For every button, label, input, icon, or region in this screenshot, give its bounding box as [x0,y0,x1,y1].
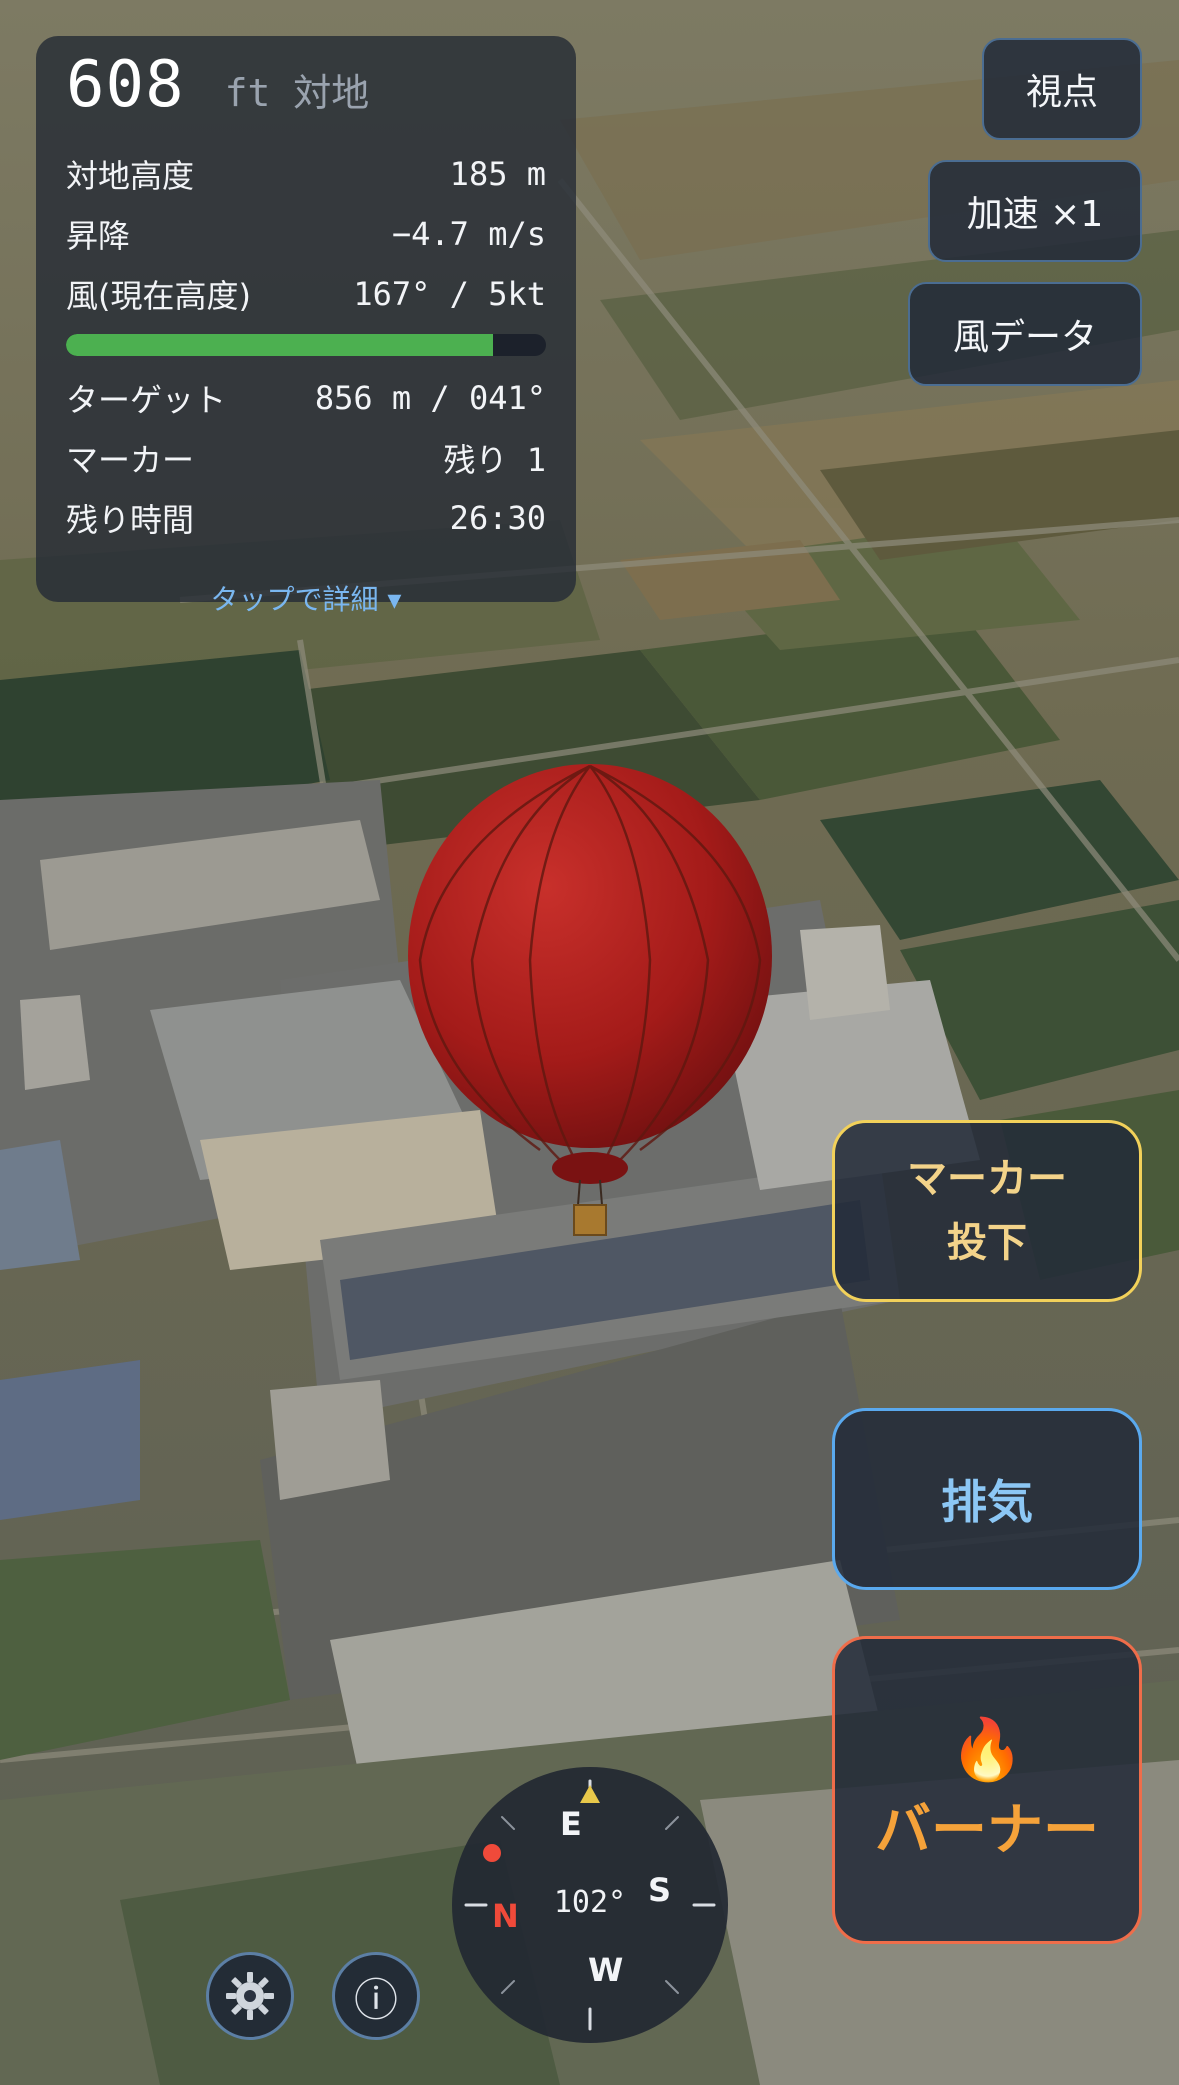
compass: E N S W 102° [452,1767,728,2043]
info-label: 昇降 [66,217,131,255]
flight-info-panel[interactable]: 608 ft 対地 対地高度 185 m 昇降 −4.7 m/s 風(現在高度)… [36,36,576,616]
burner-label: バーナー [875,1797,1099,1863]
flame-icon: 🔥 [949,1714,1025,1785]
compass-west: W [588,1951,624,1989]
info-row-time-left: 残り時間 26:30 [66,488,546,548]
altitude-unit: ft 対地 [224,71,370,115]
viewpoint-button[interactable]: 視点 [982,38,1142,140]
fuel-bar-fill [66,334,494,356]
marker-drop-button[interactable]: マーカー 投下 [832,1120,1142,1302]
marker-drop-label-1: マーカー [907,1156,1067,1202]
info-value: 185 m [449,155,546,193]
altitude-readout: 608 ft 対地 [66,48,546,144]
speed-button[interactable]: 加速 ×1 [928,160,1142,262]
target-marker-icon [483,1844,501,1862]
compass-east: E [560,1805,582,1843]
info-button[interactable]: ⓘ [332,1952,420,2040]
info-icon: ⓘ [354,1975,398,2026]
vent-button[interactable]: 排気 [832,1408,1142,1590]
details-toggle[interactable]: タップで詳細 ▾ [66,578,546,618]
wind-data-button[interactable]: 風データ [908,282,1142,386]
heading-indicator-icon [580,1785,600,1803]
info-row-vertical-speed: 昇降 −4.7 m/s [66,204,546,264]
info-label: 残り時間 [66,501,195,539]
compass-heading: 102° [553,1885,627,1920]
info-value: 856 m / 041° [314,379,546,417]
info-row-wind: 風(現在高度) 167° / 5kt [66,264,546,324]
altitude-value: 608 [66,48,185,122]
marker-drop-label-2: 投下 [947,1220,1027,1266]
settings-button[interactable] [206,1952,294,2040]
info-value: 26:30 [449,499,546,537]
info-row-target: ターゲット 856 m / 041° [66,368,546,428]
gear-icon [226,1972,274,2020]
info-row-agl: 対地高度 185 m [66,144,546,204]
info-value: 残り 1 [443,441,546,479]
info-row-markers: マーカー 残り 1 [66,428,546,488]
burner-button[interactable]: 🔥 バーナー [832,1636,1142,1944]
info-label: ターゲット [66,381,227,419]
info-value: 167° / 5kt [353,275,546,313]
info-label: マーカー [66,441,195,479]
info-label: 対地高度 [66,157,195,195]
fuel-bar [66,334,546,356]
info-value: −4.7 m/s [391,215,546,253]
vent-label: 排気 [941,1475,1033,1529]
info-label: 風(現在高度) [66,277,251,315]
